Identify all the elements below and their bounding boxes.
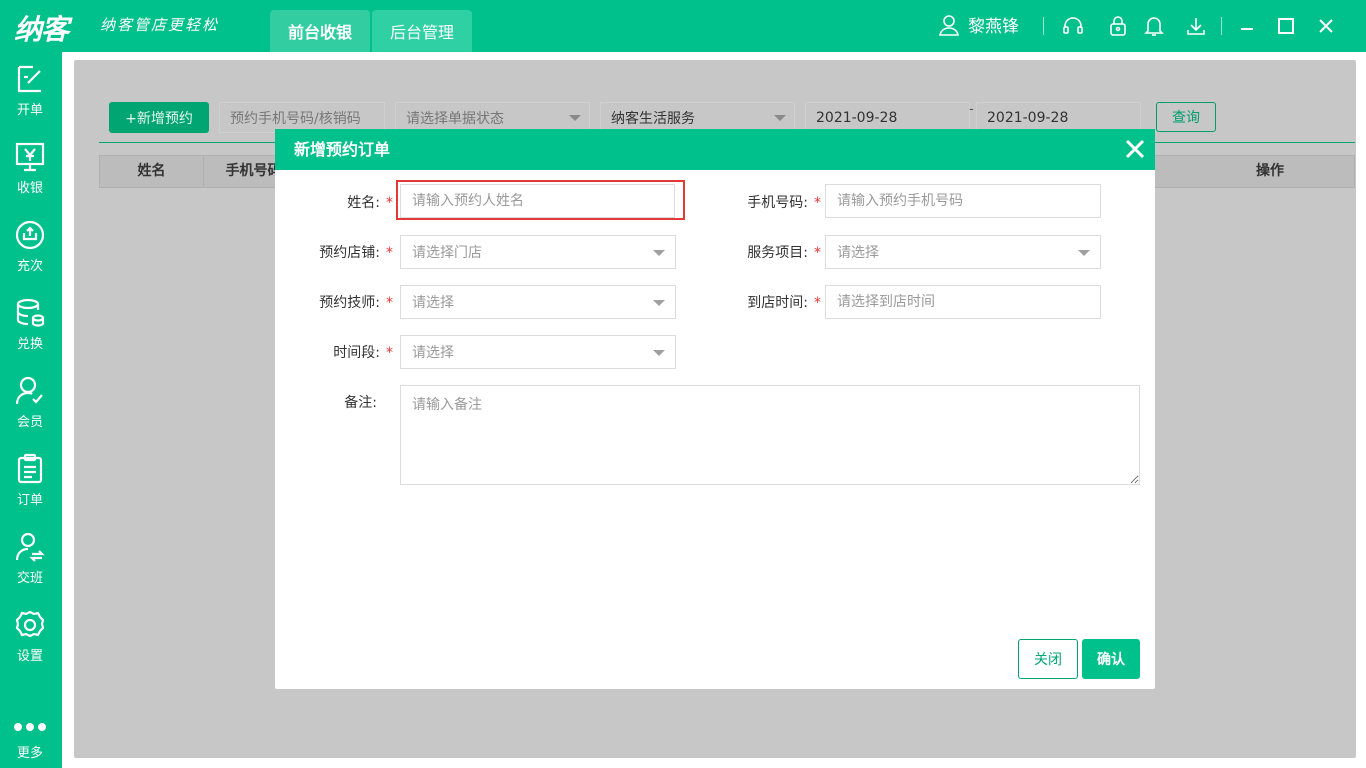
cashier-icon: [15, 142, 45, 172]
chevron-down-icon: [774, 115, 786, 121]
recharge-icon: [15, 220, 45, 250]
user-icon: [939, 14, 959, 36]
headset-icon[interactable]: [1061, 14, 1085, 38]
app-logo: 纳客: [14, 13, 69, 46]
minimize-icon[interactable]: [1235, 14, 1259, 38]
gear-icon: [15, 610, 45, 638]
close-button[interactable]: 关闭: [1018, 639, 1078, 679]
sidebar: 开单 收银 充次 兑换 会员 订单 交班 设置 更多: [0, 52, 60, 768]
name-input[interactable]: [400, 184, 675, 218]
close-icon[interactable]: [1314, 14, 1338, 38]
service-label: 服务项目: *: [747, 245, 821, 261]
chevron-down-icon: [569, 115, 581, 121]
chevron-down-icon: [653, 300, 665, 306]
phone-input[interactable]: [825, 184, 1101, 218]
maximize-icon[interactable]: [1274, 14, 1298, 38]
tab-front-cashier[interactable]: 前台收银: [270, 10, 370, 52]
new-reservation-dialog: 新增预约订单 姓名:* 手机号码:* 预约店铺:* 请选择门店 服务项目:* 请…: [275, 129, 1155, 689]
handover-icon: [15, 532, 45, 562]
chevron-down-icon: [653, 350, 665, 356]
phone-label: 手机号码: *: [747, 195, 821, 211]
edit-icon: [17, 65, 41, 93]
store-select-value: 纳客生活服务: [611, 110, 695, 127]
store-label: 预约店铺: *: [319, 245, 393, 261]
status-select-placeholder: 请选择单据状态: [406, 110, 504, 127]
divider: [1221, 17, 1222, 35]
note-label: 备注:: [344, 395, 377, 411]
technician-label: 预约技师: *: [319, 295, 393, 311]
title-bar: 纳客 纳客管店更轻松 前台收银 后台管理 黎燕锋: [0, 0, 1366, 52]
sidebar-item-open-order[interactable]: 开单: [0, 56, 60, 128]
sidebar-item-member[interactable]: 会员: [0, 368, 60, 440]
chevron-down-icon: [653, 250, 665, 256]
chevron-down-icon: [1078, 250, 1090, 256]
sidebar-item-exchange[interactable]: 兑换: [0, 290, 60, 362]
time-slot-label: 时间段: *: [333, 345, 393, 361]
date-separator: -: [969, 102, 974, 117]
tab-back-admin[interactable]: 后台管理: [372, 10, 472, 52]
member-icon: [15, 376, 43, 405]
database-icon: [16, 298, 45, 327]
sidebar-item-handover[interactable]: 交班: [0, 524, 60, 596]
lock-icon[interactable]: [1106, 14, 1130, 38]
sidebar-item-recharge[interactable]: 充次: [0, 212, 60, 284]
divider: [1043, 17, 1044, 35]
user-name: 黎燕锋: [968, 17, 1019, 37]
new-reservation-button[interactable]: +新增预约: [109, 102, 209, 133]
technician-dropdown[interactable]: 请选择: [400, 285, 676, 319]
column-header-actions: 操作: [1256, 163, 1284, 179]
sidebar-item-settings[interactable]: 设置: [0, 602, 60, 674]
arrival-time-label: 到店时间: *: [747, 295, 821, 311]
user-menu[interactable]: 黎燕锋: [938, 12, 1019, 37]
column-header-name: 姓名: [137, 163, 166, 179]
dialog-title: 新增预约订单: [294, 140, 391, 159]
service-dropdown[interactable]: 请选择: [825, 235, 1101, 269]
note-textarea[interactable]: [400, 385, 1140, 485]
time-slot-dropdown[interactable]: 请选择: [400, 335, 676, 369]
confirm-button[interactable]: 确认: [1082, 639, 1140, 679]
dialog-close-icon[interactable]: [1123, 137, 1147, 161]
download-icon[interactable]: [1184, 14, 1208, 38]
query-button[interactable]: 查询: [1156, 102, 1216, 132]
name-label: 姓名: *: [347, 195, 393, 211]
arrival-time-input[interactable]: [825, 285, 1101, 319]
store-dropdown[interactable]: 请选择门店: [400, 235, 676, 269]
sidebar-item-more[interactable]: 更多: [0, 716, 60, 768]
sidebar-item-orders[interactable]: 订单: [0, 446, 60, 518]
app-slogan: 纳客管店更轻松: [100, 16, 220, 34]
sidebar-item-cashier[interactable]: 收银: [0, 134, 60, 206]
clipboard-icon: [17, 453, 43, 484]
bell-icon[interactable]: [1142, 14, 1166, 38]
more-icon: [14, 723, 46, 731]
dialog-header: 新增预约订单: [275, 129, 1155, 170]
